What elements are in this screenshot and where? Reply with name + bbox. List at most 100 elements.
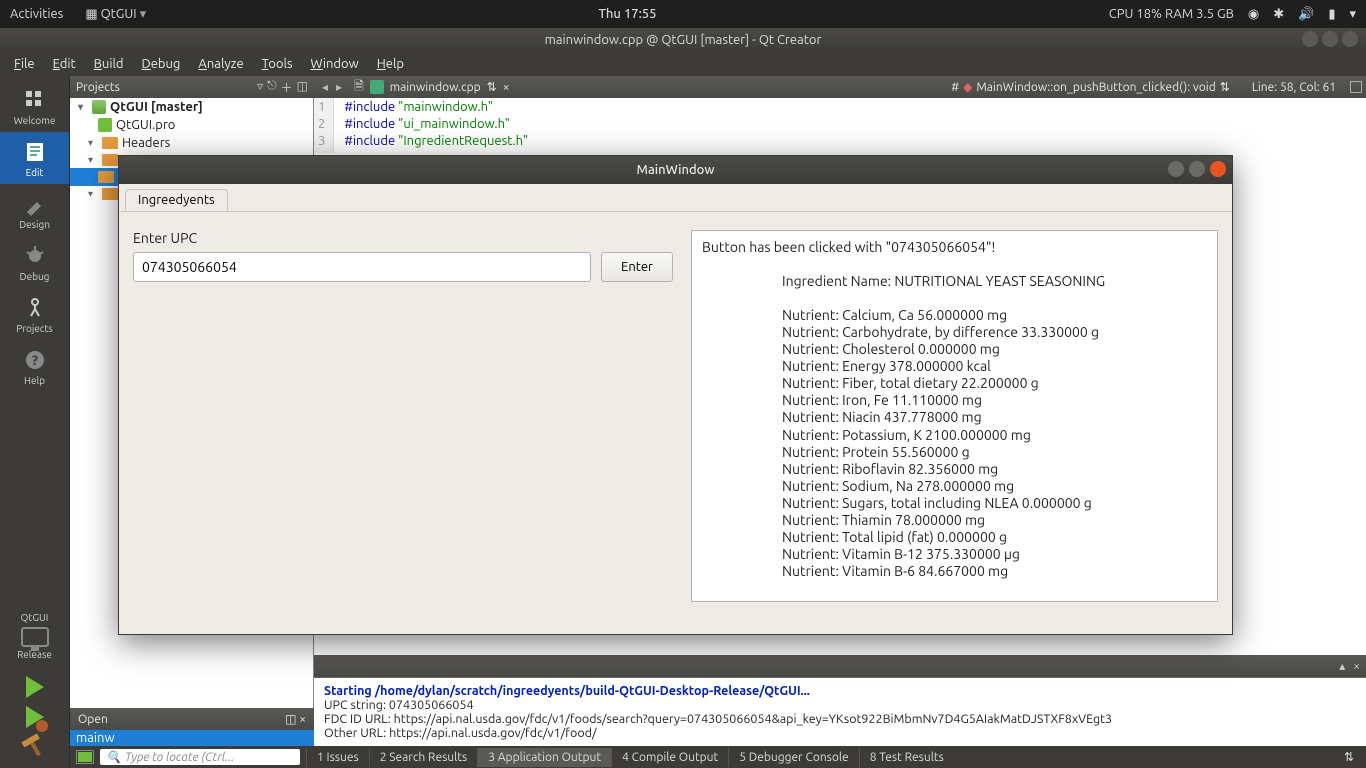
close-file-icon[interactable]: × [503, 81, 510, 94]
nutrient-row: Nutrient: Sugars, total including NLEA 0… [782, 495, 1207, 512]
nutrient-row: Nutrient: Total lipid (fat) 0.000000 g [782, 529, 1207, 546]
mode-help[interactable]: ?Help [0, 340, 69, 392]
nutrient-row: Nutrient: Thiamin 78.000000 mg [782, 512, 1207, 529]
window-title: mainwindow.cpp @ QtGUI [master] - Qt Cre… [545, 33, 822, 47]
battery-icon[interactable]: ▮ [1328, 7, 1335, 22]
debug-run-button[interactable] [26, 706, 44, 728]
maximize-button[interactable] [1189, 161, 1205, 177]
code-editor[interactable]: 1 2 3 #include "mainwindow.h" #include "… [314, 98, 1366, 153]
status-tab[interactable]: 4 Compile Output [611, 748, 728, 767]
status-tab[interactable]: 5 Debugger Console [728, 748, 858, 767]
minimize-button[interactable] [1168, 161, 1184, 177]
kit-selector[interactable]: QtGUI Release [0, 604, 69, 668]
nutrient-list: Nutrient: Calcium, Ca 56.000000 mgNutrie… [702, 307, 1207, 580]
build-button[interactable] [21, 732, 48, 759]
ubuntu-top-bar: Activities ▦ QtGUI Thu 17:55 CPU 18% RAM… [0, 0, 1366, 28]
maximize-button[interactable] [1322, 31, 1338, 47]
crumb-dropdown-icon[interactable]: ⇅ [1220, 80, 1230, 94]
line-col[interactable]: Line: 58, Col: 61 [1246, 81, 1342, 94]
mode-projects[interactable]: Projects [0, 288, 69, 340]
nav-back[interactable]: ◂ [318, 81, 332, 94]
locator-input[interactable]: 🔍 Type to locate (Ctrl... [100, 749, 300, 765]
mode-debug[interactable]: Debug [0, 236, 69, 288]
nutrient-row: Nutrient: Iron, Fe 11.110000 mg [782, 392, 1207, 409]
editor-filename[interactable]: mainwindow.cpp [390, 81, 481, 94]
close-button[interactable] [1342, 31, 1358, 47]
menu-window[interactable]: Window [303, 55, 367, 73]
open-doc-item[interactable]: mainw [70, 730, 314, 746]
bluetooth-icon[interactable]: ✱ [1273, 7, 1284, 22]
open-documents[interactable]: mainw [70, 730, 314, 746]
result-header: Button has been clicked with "0743050660… [702, 239, 1207, 255]
folder-icon [102, 188, 118, 200]
menu-tools[interactable]: Tools [254, 55, 301, 73]
wifi-icon[interactable]: ◉ [1248, 7, 1259, 22]
app-menu[interactable]: ▦ QtGUI [85, 7, 146, 22]
activities-button[interactable]: Activities [10, 7, 63, 21]
application-output[interactable]: Starting /home/dylan/scratch/ingreedyent… [314, 677, 1366, 746]
status-tab[interactable]: 2 Search Results [369, 748, 478, 767]
nutrient-row: Nutrient: Riboflavin 82.356000 mg [782, 461, 1207, 478]
split-editor-icon[interactable] [1350, 81, 1362, 93]
nutrient-row: Nutrient: Cholesterol 0.000000 mg [782, 341, 1207, 358]
output-up-icon[interactable]: ▴ [1339, 659, 1345, 673]
filter-icon[interactable]: ▿ [257, 79, 263, 96]
status-tab[interactable]: 3 Application Output [477, 748, 611, 767]
folder-icon [102, 154, 118, 166]
status-tab[interactable]: 8 Test Results [859, 748, 954, 767]
menu-help[interactable]: Help [369, 55, 412, 73]
volume-icon[interactable]: 🔊 [1298, 7, 1314, 22]
mode-welcome[interactable]: Welcome [0, 80, 69, 132]
filename-dropdown-icon[interactable]: ⇅ [487, 80, 497, 94]
mode-design[interactable]: Design [0, 184, 69, 236]
upc-label: Enter UPC [133, 230, 673, 246]
tree-pro-file[interactable]: QtGUI.pro [116, 118, 175, 132]
run-button[interactable] [26, 676, 44, 698]
menu-debug[interactable]: Debug [134, 55, 189, 73]
file-lock-icon[interactable]: 🗎 [354, 77, 364, 98]
enter-button[interactable]: Enter [601, 252, 673, 282]
system-menu-icon[interactable]: ▾ [1349, 7, 1356, 22]
status-tab[interactable]: 1 Issues [306, 748, 369, 767]
open-docs-header: Open ◫ × [70, 708, 314, 730]
editor-toolbar: ◂▸ 🗎 mainwindow.cpp ⇅ × # ◆ MainWindow::… [314, 76, 1366, 98]
window-titlebar: mainwindow.cpp @ QtGUI [master] - Qt Cre… [0, 28, 1366, 52]
mode-edit[interactable]: Edit [0, 132, 69, 184]
projects-label: Projects [76, 81, 120, 94]
nav-fwd[interactable]: ▸ [332, 81, 346, 94]
close-panel-icon[interactable]: × [299, 713, 306, 726]
split-icon[interactable]: ◫ [285, 713, 296, 726]
symbol-crumb-hash: # [951, 81, 959, 94]
nutrient-row: Nutrient: Protein 55.560000 g [782, 444, 1207, 461]
tree-headers[interactable]: Headers [122, 136, 170, 150]
status-dropdown-icon[interactable]: ⇅ [1338, 750, 1360, 764]
menu-build[interactable]: Build [86, 55, 132, 73]
nutrient-row: Nutrient: Vitamin B-6 84.667000 mg [782, 563, 1207, 580]
nutrient-row: Nutrient: Sodium, Na 278.000000 mg [782, 478, 1207, 495]
minimize-button[interactable] [1302, 31, 1318, 47]
menu-file[interactable]: File [6, 55, 43, 73]
system-stats: CPU 18% RAM 3.5 GB [1109, 7, 1234, 21]
result-panel[interactable]: Button has been clicked with "0743050660… [691, 230, 1218, 602]
monitor-icon [21, 627, 49, 647]
line-gutter: 1 2 3 [314, 98, 334, 153]
close-button[interactable] [1210, 161, 1226, 177]
nutrient-row: Nutrient: Potassium, K 2100.000000 mg [782, 427, 1207, 444]
tree-root[interactable]: QtGUI [master] [110, 100, 203, 114]
tab-ingreedyents[interactable]: Ingreedyents [125, 189, 228, 211]
svg-text:?: ? [31, 352, 37, 368]
upc-input[interactable] [133, 252, 591, 282]
menu-analyze[interactable]: Analyze [190, 55, 251, 73]
symbol-crumb[interactable]: MainWindow::on_pushButton_clicked(): voi… [976, 81, 1215, 94]
pro-file-icon [98, 118, 112, 132]
menubar: File Edit Build Debug Analyze Tools Wind… [0, 52, 1366, 76]
projects-panel-header: Projects ▿ ⎋ ＋ ◫ [70, 76, 314, 98]
build-progress[interactable] [76, 750, 94, 764]
mainwin-titlebar[interactable]: MainWindow [119, 156, 1232, 184]
add-icon[interactable]: ＋ [281, 79, 293, 96]
split-icon[interactable]: ◫ [297, 79, 308, 96]
output-close-icon[interactable]: × [1353, 660, 1360, 673]
menu-edit[interactable]: Edit [45, 55, 84, 73]
clock[interactable]: Thu 17:55 [146, 7, 1109, 21]
link-icon[interactable]: ⎋ [267, 79, 277, 96]
